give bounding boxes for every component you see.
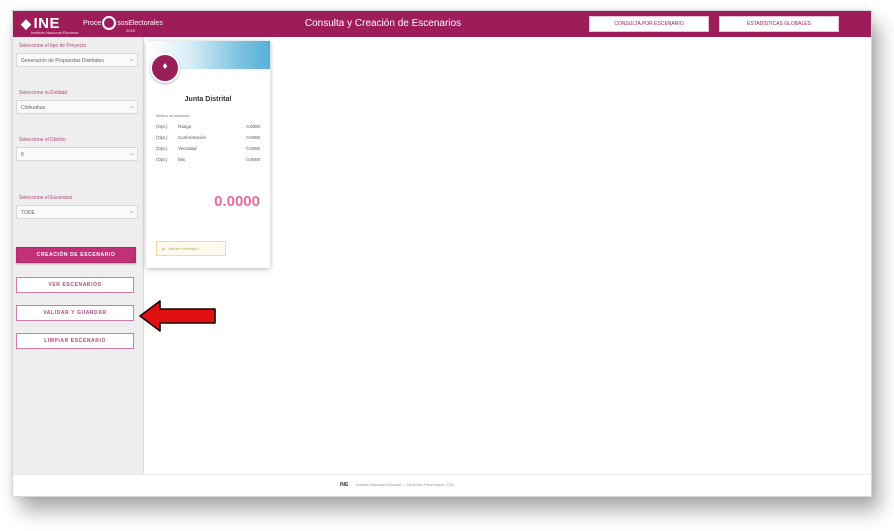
distrito-select[interactable]: 8 ⌄: [16, 147, 138, 161]
annotation-arrow-icon: [139, 300, 216, 332]
card-title: Junta Distrital: [184, 96, 232, 103]
footer-logo: INE: [340, 482, 349, 488]
screenshot-stage: ◆ INE Instituto Nacional Electoral Proce s…: [0, 0, 894, 531]
chevron-down-icon: ⌄: [128, 57, 134, 63]
limpiar-escenario-button[interactable]: LIMPIAR ESCENARIO: [16, 333, 134, 349]
ine-logo-mark-icon: ◆: [21, 16, 32, 31]
metric-value: 0.0000: [246, 157, 260, 162]
creacion-escenario-button[interactable]: CREACIÓN DE ESCENARIO: [16, 247, 136, 263]
validation-warning[interactable]: ▲ Validar escenario: [156, 241, 226, 256]
metric-code: (Opt.): [156, 135, 168, 140]
process-logo-circle-icon: [102, 16, 117, 30]
metric-name: Conformación: [178, 135, 207, 140]
entidad-select[interactable]: Chihuahua ⌄: [16, 100, 138, 114]
process-logo: Proce sosElectorales: [83, 16, 163, 30]
estadisticas-button[interactable]: ESTADÍSTICAS GLOBALES: [719, 16, 839, 32]
chevron-down-icon: ⌄: [128, 151, 134, 157]
metric-value: 0.0000: [246, 146, 260, 151]
card-subtitle: Métrica del escenario: [156, 114, 191, 118]
warning-text: Validar escenario: [167, 246, 199, 251]
entidad-value: Chihuahua: [21, 105, 46, 111]
process-logo-right: sosElectorales: [117, 19, 163, 27]
footer: INE Instituto Nacional Electoral — Derec…: [13, 474, 871, 496]
entidad-label: Seleccione la Entidad: [19, 90, 68, 96]
consulta-escenario-button[interactable]: CONSULTA POR ESCENARIO: [589, 16, 709, 32]
metric-name: Rango: [178, 124, 192, 129]
escenario-label: Seleccione el Escenario: [19, 195, 73, 201]
metric-code: (Opt.): [156, 124, 168, 129]
metric-name: Mix: [178, 157, 185, 162]
validar-guardar-button[interactable]: VALIDAR Y GUARDAR: [16, 305, 134, 321]
metric-code: (Opt.): [156, 146, 168, 151]
metric-row: (Opt.) Conformación 0.0000: [156, 135, 260, 143]
distrito-value: 8: [21, 152, 24, 158]
metric-value: 0.0000: [246, 124, 260, 129]
metric-code: (Opt.): [156, 157, 168, 162]
ine-logo-subtitle: Instituto Nacional Electoral: [31, 30, 79, 35]
map-pin-icon: ♦: [150, 53, 180, 83]
project-type-label: Seleccione el tipo de Proyecto: [19, 43, 87, 49]
chevron-down-icon: ⌄: [128, 209, 134, 215]
app-window: ◆ INE Instituto Nacional Electoral Proce s…: [12, 10, 872, 497]
chevron-down-icon: ⌄: [128, 104, 134, 110]
metric-value: 0.0000: [246, 135, 260, 140]
footer-text: Instituto Nacional Electoral — Derechos …: [356, 483, 454, 487]
escenario-value: TODE: [21, 210, 35, 216]
distrito-label: Seleccione el Distrito: [19, 137, 66, 143]
top-bar: ◆ INE Instituto Nacional Electoral Proce s…: [13, 11, 871, 37]
metric-row: (Opt.) Vecindad 0.0000: [156, 146, 260, 154]
project-type-select[interactable]: Generación de Propuestas Distritales ⌄: [16, 53, 138, 67]
junta-distrital-card[interactable]: ♦ Junta Distrital Métrica del escenario …: [146, 41, 270, 268]
metric-row: (Opt.) Mix 0.0000: [156, 157, 260, 165]
page-title: Consulta y Creación de Escenarios: [304, 18, 462, 29]
score-value: 0.0000: [214, 193, 260, 210]
process-logo-year: 2018: [126, 28, 135, 33]
metric-row: (Opt.) Rango 0.0000: [156, 124, 260, 132]
sidebar: Seleccione el tipo de Proyecto Generació…: [13, 37, 144, 474]
avatar-glyph: ♦: [162, 61, 168, 72]
ver-escenarios-button[interactable]: VER ESCENARIOS: [16, 277, 134, 293]
metric-name: Vecindad: [178, 146, 197, 151]
escenario-select[interactable]: TODE ⌄: [16, 205, 138, 219]
process-logo-left: Proce: [83, 19, 102, 27]
project-type-value: Generación de Propuestas Distritales: [21, 58, 104, 64]
warning-icon: ▲: [161, 246, 166, 252]
